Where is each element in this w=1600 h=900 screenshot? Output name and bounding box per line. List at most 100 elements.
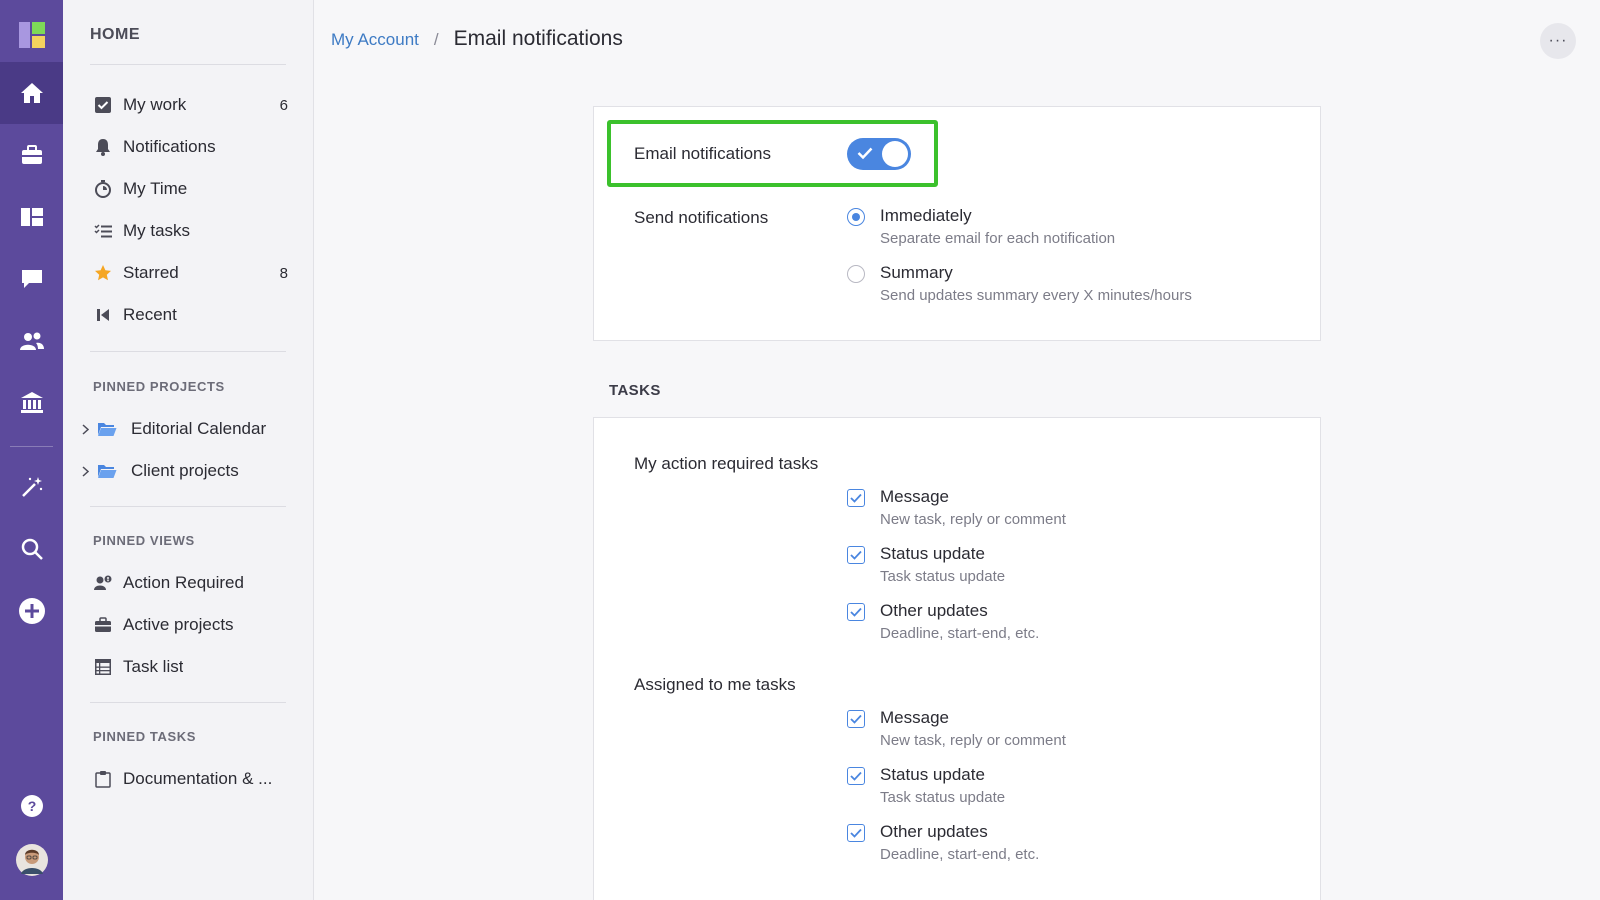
sidebar-item-my-time[interactable]: My Time [90,172,288,206]
option-description: Deadline, start-end, etc. [880,846,1040,863]
checkbox[interactable] [847,546,865,564]
folder-icon [97,421,119,437]
sidebar-divider [90,351,286,352]
radio-immediately[interactable] [847,208,865,226]
checkbox[interactable] [847,767,865,785]
option-immediately[interactable]: Immediately Separate email for each noti… [847,206,1287,250]
section-title-pinned-projects: PINNED PROJECTS [93,379,225,394]
option-title: Summary [880,263,953,282]
email-notifications-toggle[interactable] [847,138,911,170]
page-title: Email notifications [453,27,623,50]
pinned-view-action-required[interactable]: Action Required [90,566,288,600]
checkbox-icon [92,94,114,116]
wand-icon[interactable] [0,456,63,518]
breadcrumb-link-my-account[interactable]: My Account [331,30,419,50]
email-notifications-card: Email notifications Send notifications I… [593,106,1321,341]
board-icon[interactable] [0,186,63,248]
checkbox[interactable] [847,489,865,507]
logo-icon[interactable] [0,4,63,66]
sidebar-item-label: Starred [123,263,179,282]
option-title: Status update [880,544,985,563]
option-assigned-status-update[interactable]: Status update Task status update [847,765,1287,809]
pinned-view-active-projects[interactable]: Active projects [90,608,288,642]
avatar[interactable] [0,829,63,891]
briefcase-icon [92,614,114,636]
sidebar-item-label: Notifications [123,137,216,156]
pinned-project-editorial-calendar[interactable]: Editorial Calendar [79,412,289,446]
checkbox[interactable] [847,603,865,621]
checkbox[interactable] [847,824,865,842]
group-label-action-required: My action required tasks [634,454,819,473]
rail-divider [10,446,53,447]
sidebar-divider [90,64,286,65]
option-description: Task status update [880,568,1006,585]
option-action-other-updates[interactable]: Other updates Deadline, start-end, etc. [847,601,1287,645]
breadcrumb-separator: / [433,30,439,49]
table-icon [92,656,114,678]
sidebar-item-recent[interactable]: Recent [90,298,288,332]
sidebar: HOME My work 6 Notifications My Time My … [63,0,314,900]
option-title: Message [880,487,949,506]
pinned-view-task-list[interactable]: Task list [90,650,288,684]
option-assigned-message[interactable]: Message New task, reply or comment [847,708,1287,752]
option-action-message[interactable]: Message New task, reply or comment [847,487,1287,531]
option-title: Other updates [880,822,988,841]
sidebar-title: HOME [90,26,140,43]
send-notifications-label: Send notifications [634,208,769,227]
sidebar-divider [90,506,286,507]
pinned-project-label: Client projects [131,461,239,480]
option-description: New task, reply or comment [880,732,1066,749]
chat-icon[interactable] [0,248,63,310]
briefcase-icon[interactable] [0,124,63,186]
option-description: Separate email for each notification [880,230,1116,247]
search-icon[interactable] [0,518,63,580]
bank-icon[interactable] [0,372,63,434]
sidebar-item-my-tasks[interactable]: My tasks [90,214,288,248]
chevron-right-icon[interactable] [79,423,91,435]
user-alert-icon [92,572,114,594]
option-assigned-other-updates[interactable]: Other updates Deadline, start-end, etc. [847,822,1287,866]
help-icon[interactable]: ? [0,775,63,837]
pinned-project-client-projects[interactable]: Client projects [79,454,289,488]
option-description: New task, reply or comment [880,511,1066,528]
option-description: Send updates summary every X minutes/hou… [880,287,1192,304]
more-options-button[interactable]: ··· [1540,23,1576,59]
rewind-icon [92,304,114,326]
radio-summary[interactable] [847,265,865,283]
star-icon [92,262,114,284]
sidebar-item-label: My tasks [123,221,191,240]
section-title-tasks: TASKS [609,382,661,399]
sidebar-item-label: My Time [123,179,188,198]
group-label-assigned-to-me: Assigned to me tasks [634,675,796,694]
checkbox[interactable] [847,710,865,728]
sidebar-item-starred[interactable]: Starred 8 [90,256,288,290]
pinned-view-label: Action Required [123,573,244,592]
sidebar-item-notifications[interactable]: Notifications [90,130,288,164]
stopwatch-icon [92,178,114,200]
plus-circle-icon[interactable] [0,580,63,642]
pinned-task-documentation[interactable]: Documentation & ... [90,762,288,796]
toggle-knob [882,141,908,167]
icon-rail: ? [0,0,63,900]
check-icon [857,147,873,160]
pinned-view-label: Active projects [123,615,234,634]
count-badge: 8 [279,264,288,282]
svg-text:?: ? [27,798,36,814]
sidebar-item-label: Recent [123,305,177,324]
pinned-task-label: Documentation & ... [123,769,273,788]
users-icon[interactable] [0,310,63,372]
pinned-project-label: Editorial Calendar [131,419,267,438]
option-description: Deadline, start-end, etc. [880,625,1040,642]
sidebar-item-label: My work [123,95,187,114]
sidebar-item-my-work[interactable]: My work 6 [90,88,288,122]
option-title: Message [880,708,949,727]
option-summary[interactable]: Summary Send updates summary every X min… [847,263,1287,307]
home-icon[interactable] [0,62,63,124]
option-title: Immediately [880,206,972,225]
email-notifications-label: Email notifications [634,144,772,163]
breadcrumb: My Account / Email notifications [331,27,623,51]
count-badge: 6 [279,96,288,114]
option-title: Status update [880,765,985,784]
option-action-status-update[interactable]: Status update Task status update [847,544,1287,588]
chevron-right-icon[interactable] [79,465,91,477]
